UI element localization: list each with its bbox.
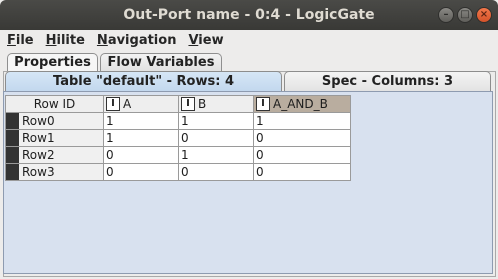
- close-icon[interactable]: ×: [476, 7, 492, 23]
- data-table: Row ID IA IB I A_AND_B Row0 1 1 1 Row1 1 …: [5, 95, 351, 181]
- tab-flow-variables[interactable]: Flow Variables: [100, 53, 222, 71]
- window-controls: – □ ×: [438, 7, 492, 23]
- row-marker-icon: [6, 130, 19, 146]
- menu-file[interactable]: File: [7, 33, 34, 48]
- cell-a: 0: [103, 163, 179, 181]
- cell-a-and-b: 0: [253, 129, 351, 147]
- cell-a-and-b: 0: [253, 146, 351, 164]
- row-id-cell: Row1: [5, 129, 104, 147]
- cell-a: 1: [103, 129, 179, 147]
- tab-properties[interactable]: Properties: [7, 53, 98, 71]
- column-header-a-and-b[interactable]: I A_AND_B: [253, 95, 351, 113]
- row-id-cell: Row2: [5, 146, 104, 164]
- row-marker-icon: [6, 164, 19, 180]
- menu-bar: File Hilite Navigation View: [0, 30, 498, 50]
- cell-b: 0: [178, 163, 254, 181]
- cell-b: 0: [178, 129, 254, 147]
- integer-type-icon: I: [181, 97, 195, 112]
- row-marker-icon: [6, 147, 19, 163]
- header-row: Row ID IA IB I A_AND_B: [5, 95, 351, 113]
- row-id-cell: Row0: [5, 112, 104, 130]
- table-row[interactable]: Row3 0 0 0: [5, 163, 351, 181]
- minimize-icon[interactable]: –: [438, 7, 454, 23]
- cell-a-and-b: 0: [253, 163, 351, 181]
- row-marker-icon: [6, 113, 19, 129]
- column-header-b[interactable]: IB: [178, 95, 254, 113]
- cell-b: 1: [178, 112, 254, 130]
- window-title: Out-Port name - 0:4 - LogicGate: [123, 7, 375, 23]
- column-header-a[interactable]: IA: [103, 95, 179, 113]
- table-row[interactable]: Row2 0 1 0: [5, 146, 351, 164]
- cell-a: 0: [103, 146, 179, 164]
- menu-hilite[interactable]: Hilite: [46, 33, 85, 48]
- table-row[interactable]: Row0 1 1 1: [5, 112, 351, 130]
- title-bar: Out-Port name - 0:4 - LogicGate – □ ×: [0, 0, 498, 30]
- column-b-label: B: [198, 96, 207, 111]
- integer-type-icon: I: [256, 97, 270, 112]
- tab-table-default[interactable]: Table "default" - Rows: 4: [5, 71, 282, 91]
- column-a-and-b-label: A_AND_B: [273, 96, 328, 111]
- cell-b: 1: [178, 146, 254, 164]
- cell-a-and-b: 1: [253, 112, 351, 130]
- tab-spec-columns[interactable]: Spec - Columns: 3: [284, 71, 491, 91]
- table-row[interactable]: Row1 1 0 0: [5, 129, 351, 147]
- column-a-label: A: [123, 96, 132, 111]
- row-id-header[interactable]: Row ID: [5, 95, 104, 113]
- menu-view[interactable]: View: [188, 33, 223, 48]
- menu-navigation[interactable]: Navigation: [97, 33, 177, 48]
- integer-type-icon: I: [106, 97, 120, 112]
- maximize-icon[interactable]: □: [457, 7, 473, 23]
- row-id-cell: Row3: [5, 163, 104, 181]
- cell-a: 1: [103, 112, 179, 130]
